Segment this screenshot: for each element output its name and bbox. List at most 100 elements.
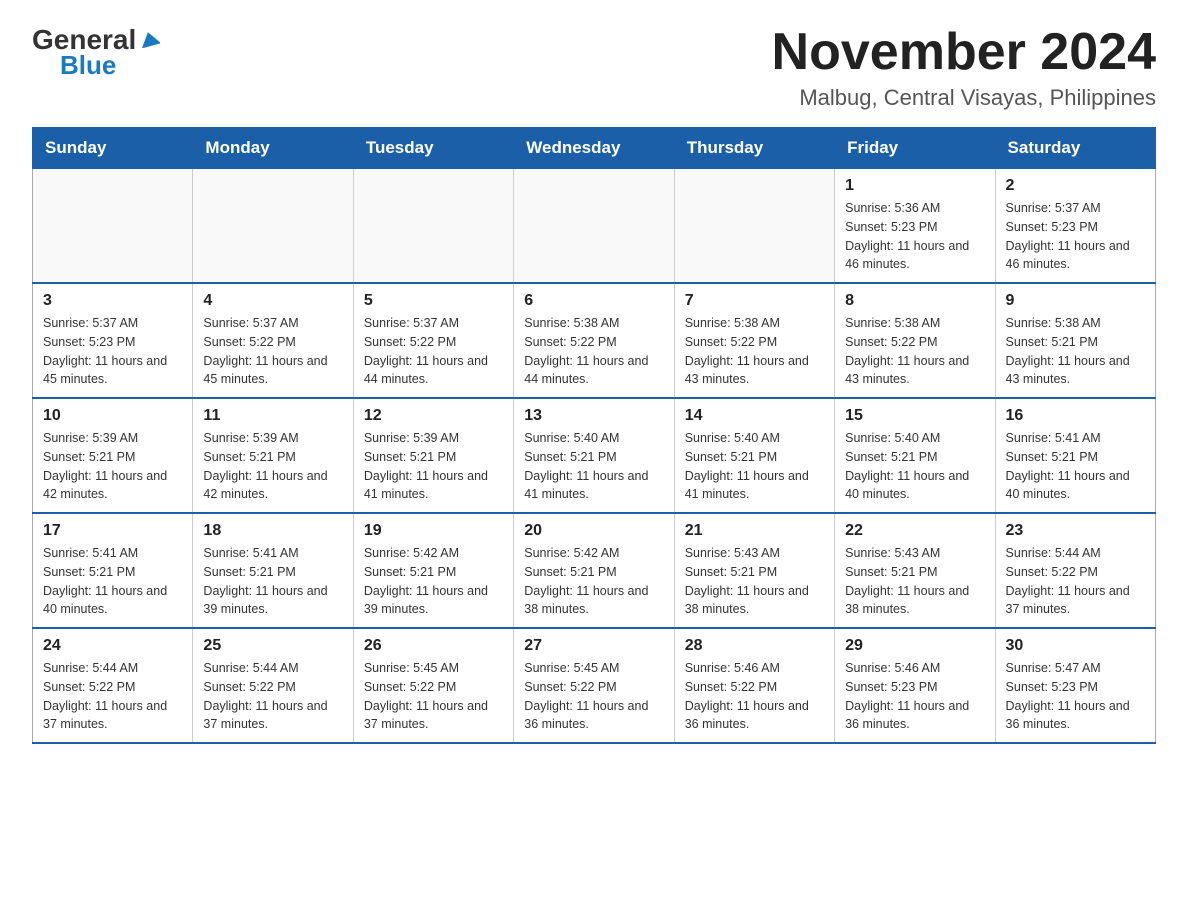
calendar-table: Sunday Monday Tuesday Wednesday Thursday…: [32, 127, 1156, 744]
calendar-cell-w4-d3: 19 Sunrise: 5:42 AMSunset: 5:21 PMDayligh…: [353, 513, 513, 628]
day-number: 15: [845, 407, 984, 425]
week-row-3: 10 Sunrise: 5:39 AMSunset: 5:21 PMDayligh…: [33, 398, 1156, 513]
calendar-cell-w1-d3: [353, 169, 513, 284]
calendar-cell-w4-d5: 21Sunrise: 5:43 AMSunset: 5:21 PMDayligh…: [674, 513, 834, 628]
day-number: 2: [1006, 177, 1145, 195]
calendar-cell-w4-d4: 20Sunrise: 5:42 AMSunset: 5:21 PMDayligh…: [514, 513, 674, 628]
header-monday: Monday: [193, 128, 353, 169]
day-info: Sunrise: 5:44 AMSunset: 5:22 PMDaylight:…: [203, 659, 342, 734]
calendar-cell-w1-d7: 2 Sunrise: 5:37 AMSunset: 5:23 PMDaylight…: [995, 169, 1155, 284]
day-number: 27: [524, 637, 663, 655]
calendar-cell-w2-d7: 9Sunrise: 5:38 AMSunset: 5:21 PMDaylight…: [995, 283, 1155, 398]
day-info: Sunrise: 5:39 AMSunset: 5:21 PMDaylight:…: [364, 429, 503, 504]
day-number: 22: [845, 522, 984, 540]
header-friday: Friday: [835, 128, 995, 169]
calendar-cell-w3-d4: 13 Sunrise: 5:40 AMSunset: 5:21 PMDayligh…: [514, 398, 674, 513]
calendar-cell-w3-d5: 14 Sunrise: 5:40 AMSunset: 5:21 PMDayligh…: [674, 398, 834, 513]
calendar-cell-w4-d1: 17 Sunrise: 5:41 AMSunset: 5:21 PMDayligh…: [33, 513, 193, 628]
day-info: Sunrise: 5:37 AMSunset: 5:22 PMDaylight:…: [364, 314, 503, 389]
day-number: 3: [43, 292, 182, 310]
calendar-cell-w1-d5: [674, 169, 834, 284]
day-info: Sunrise: 5:41 AMSunset: 5:21 PMDaylight:…: [1006, 429, 1145, 504]
day-number: 24: [43, 637, 182, 655]
day-info: Sunrise: 5:41 AMSunset: 5:21 PMDaylight:…: [43, 544, 182, 619]
calendar-cell-w4-d7: 23 Sunrise: 5:44 AMSunset: 5:22 PMDayligh…: [995, 513, 1155, 628]
calendar-cell-w5-d4: 27 Sunrise: 5:45 AMSunset: 5:22 PMDayligh…: [514, 628, 674, 743]
calendar-cell-w1-d2: [193, 169, 353, 284]
day-info: Sunrise: 5:37 AMSunset: 5:22 PMDaylight:…: [203, 314, 342, 389]
calendar-cell-w2-d1: 3 Sunrise: 5:37 AMSunset: 5:23 PMDaylight…: [33, 283, 193, 398]
day-number: 26: [364, 637, 503, 655]
calendar-cell-w5-d3: 26 Sunrise: 5:45 AMSunset: 5:22 PMDayligh…: [353, 628, 513, 743]
logo: General Blue: [32, 24, 160, 81]
day-number: 8: [845, 292, 984, 310]
calendar-cell-w2-d6: 8 Sunrise: 5:38 AMSunset: 5:22 PMDaylight…: [835, 283, 995, 398]
day-info: Sunrise: 5:36 AMSunset: 5:23 PMDaylight:…: [845, 199, 984, 274]
day-info: Sunrise: 5:39 AMSunset: 5:21 PMDaylight:…: [43, 429, 182, 504]
day-number: 17: [43, 522, 182, 540]
day-info: Sunrise: 5:40 AMSunset: 5:21 PMDaylight:…: [845, 429, 984, 504]
day-number: 12: [364, 407, 503, 425]
logo-triangle-icon: [140, 30, 160, 53]
page-header: General Blue November 2024 Malbug, Centr…: [32, 24, 1156, 111]
day-info: Sunrise: 5:41 AMSunset: 5:21 PMDaylight:…: [203, 544, 342, 619]
calendar-cell-w4-d2: 18Sunrise: 5:41 AMSunset: 5:21 PMDayligh…: [193, 513, 353, 628]
calendar-cell-w3-d6: 15 Sunrise: 5:40 AMSunset: 5:21 PMDayligh…: [835, 398, 995, 513]
day-info: Sunrise: 5:44 AMSunset: 5:22 PMDaylight:…: [1006, 544, 1145, 619]
calendar-cell-w2-d3: 5 Sunrise: 5:37 AMSunset: 5:22 PMDaylight…: [353, 283, 513, 398]
day-info: Sunrise: 5:38 AMSunset: 5:22 PMDaylight:…: [685, 314, 824, 389]
header-wednesday: Wednesday: [514, 128, 674, 169]
day-info: Sunrise: 5:40 AMSunset: 5:21 PMDaylight:…: [524, 429, 663, 504]
day-info: Sunrise: 5:45 AMSunset: 5:22 PMDaylight:…: [524, 659, 663, 734]
day-number: 7: [685, 292, 824, 310]
day-info: Sunrise: 5:42 AMSunset: 5:21 PMDaylight:…: [524, 544, 663, 619]
day-number: 16: [1006, 407, 1145, 425]
day-info: Sunrise: 5:46 AMSunset: 5:23 PMDaylight:…: [845, 659, 984, 734]
calendar-cell-w3-d7: 16 Sunrise: 5:41 AMSunset: 5:21 PMDayligh…: [995, 398, 1155, 513]
day-info: Sunrise: 5:44 AMSunset: 5:22 PMDaylight:…: [43, 659, 182, 734]
day-number: 28: [685, 637, 824, 655]
day-info: Sunrise: 5:40 AMSunset: 5:21 PMDaylight:…: [685, 429, 824, 504]
day-info: Sunrise: 5:43 AMSunset: 5:21 PMDaylight:…: [685, 544, 824, 619]
calendar-title: November 2024: [772, 24, 1156, 81]
day-number: 29: [845, 637, 984, 655]
week-row-5: 24 Sunrise: 5:44 AMSunset: 5:22 PMDayligh…: [33, 628, 1156, 743]
day-number: 23: [1006, 522, 1145, 540]
day-info: Sunrise: 5:46 AMSunset: 5:22 PMDaylight:…: [685, 659, 824, 734]
day-info: Sunrise: 5:38 AMSunset: 5:22 PMDaylight:…: [845, 314, 984, 389]
day-info: Sunrise: 5:37 AMSunset: 5:23 PMDaylight:…: [1006, 199, 1145, 274]
day-number: 10: [43, 407, 182, 425]
calendar-cell-w3-d2: 11 Sunrise: 5:39 AMSunset: 5:21 PMDayligh…: [193, 398, 353, 513]
day-info: Sunrise: 5:45 AMSunset: 5:22 PMDaylight:…: [364, 659, 503, 734]
day-info: Sunrise: 5:39 AMSunset: 5:21 PMDaylight:…: [203, 429, 342, 504]
day-info: Sunrise: 5:42 AMSunset: 5:21 PMDaylight:…: [364, 544, 503, 619]
calendar-cell-w1-d6: 1 Sunrise: 5:36 AMSunset: 5:23 PMDaylight…: [835, 169, 995, 284]
calendar-cell-w2-d5: 7 Sunrise: 5:38 AMSunset: 5:22 PMDaylight…: [674, 283, 834, 398]
calendar-cell-w1-d4: [514, 169, 674, 284]
header-thursday: Thursday: [674, 128, 834, 169]
header-saturday: Saturday: [995, 128, 1155, 169]
calendar-cell-w5-d7: 30Sunrise: 5:47 AMSunset: 5:23 PMDayligh…: [995, 628, 1155, 743]
calendar-cell-w3-d3: 12 Sunrise: 5:39 AMSunset: 5:21 PMDayligh…: [353, 398, 513, 513]
day-number: 6: [524, 292, 663, 310]
calendar-header-row: Sunday Monday Tuesday Wednesday Thursday…: [33, 128, 1156, 169]
calendar-cell-w1-d1: [33, 169, 193, 284]
calendar-cell-w2-d2: 4 Sunrise: 5:37 AMSunset: 5:22 PMDaylight…: [193, 283, 353, 398]
day-number: 5: [364, 292, 503, 310]
calendar-cell-w5-d2: 25 Sunrise: 5:44 AMSunset: 5:22 PMDayligh…: [193, 628, 353, 743]
day-info: Sunrise: 5:37 AMSunset: 5:23 PMDaylight:…: [43, 314, 182, 389]
calendar-subtitle: Malbug, Central Visayas, Philippines: [772, 85, 1156, 111]
day-number: 14: [685, 407, 824, 425]
day-number: 4: [203, 292, 342, 310]
day-number: 11: [203, 407, 342, 425]
day-info: Sunrise: 5:47 AMSunset: 5:23 PMDaylight:…: [1006, 659, 1145, 734]
day-number: 25: [203, 637, 342, 655]
calendar-cell-w4-d6: 22Sunrise: 5:43 AMSunset: 5:21 PMDayligh…: [835, 513, 995, 628]
title-section: November 2024 Malbug, Central Visayas, P…: [772, 24, 1156, 111]
week-row-1: 1 Sunrise: 5:36 AMSunset: 5:23 PMDaylight…: [33, 169, 1156, 284]
day-number: 13: [524, 407, 663, 425]
calendar-cell-w2-d4: 6Sunrise: 5:38 AMSunset: 5:22 PMDaylight…: [514, 283, 674, 398]
day-number: 19: [364, 522, 503, 540]
day-number: 1: [845, 177, 984, 195]
header-sunday: Sunday: [33, 128, 193, 169]
